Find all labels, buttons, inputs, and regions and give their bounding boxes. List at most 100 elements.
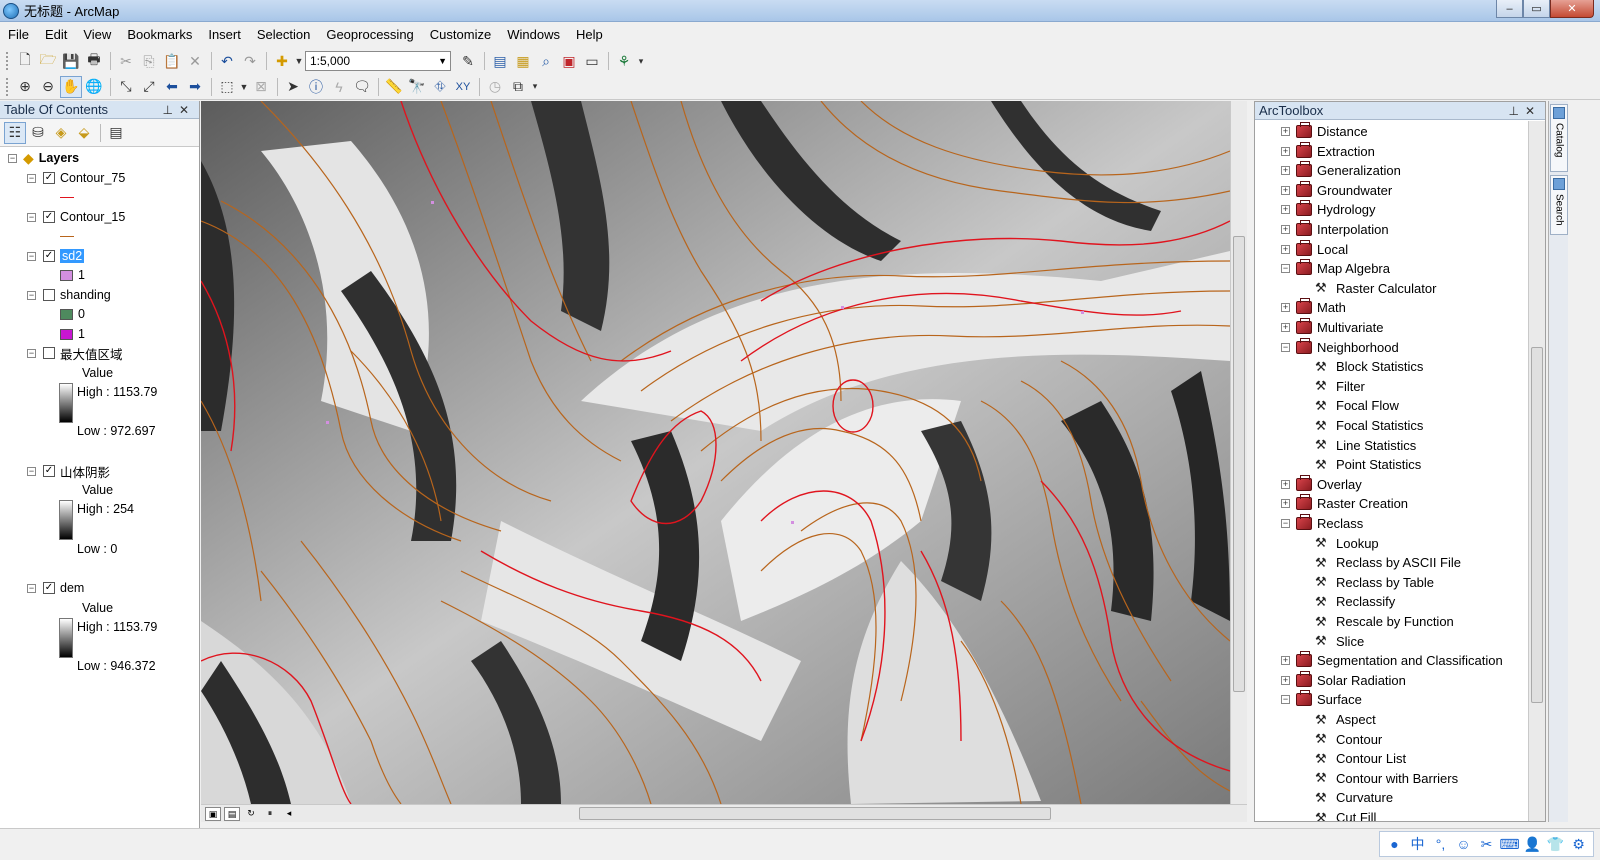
red-line-symbol[interactable] — [60, 196, 74, 198]
scrollbar-thumb[interactable] — [1531, 347, 1543, 703]
class-color-swatch[interactable] — [60, 328, 73, 340]
toolset-surface[interactable]: − Surface — [1281, 690, 1362, 709]
layer-visibility-checkbox[interactable]: ✓ — [43, 172, 55, 184]
collapse-icon[interactable]: − — [27, 251, 36, 261]
clear-selection-icon[interactable]: ⊠ — [250, 76, 272, 98]
map-vertical-scrollbar[interactable] — [1230, 101, 1247, 804]
toolset-distance[interactable]: + Distance — [1281, 122, 1368, 141]
measure-icon[interactable]: 📏 — [383, 76, 405, 98]
layer-visibility-checkbox[interactable]: ✓ — [43, 250, 55, 262]
layer-visibility-checkbox[interactable]: ✓ — [43, 211, 55, 223]
search-window-icon[interactable]: ⌕ — [535, 50, 557, 72]
python-window-icon[interactable]: ▭ — [581, 50, 603, 72]
data-view-icon[interactable]: ▣ — [205, 806, 221, 821]
toc-options-icon[interactable]: ▤ — [105, 122, 127, 144]
toolset-multivariate[interactable]: + Multivariate — [1281, 318, 1383, 337]
expand-icon[interactable]: + — [1281, 303, 1290, 313]
collapse-icon[interactable]: − — [27, 212, 36, 222]
modelbuilder-icon[interactable]: ⚘ — [613, 50, 635, 72]
find-route-icon[interactable]: ⛗ — [429, 76, 451, 98]
toolset-generalization[interactable]: + Generalization — [1281, 161, 1401, 180]
ime-emoji-icon[interactable]: ☺ — [1452, 833, 1475, 855]
tool-block-statistics[interactable]: ⚒ Block Statistics — [1315, 357, 1423, 376]
arctoolbox-pin-close-controls[interactable]: ⊥✕ — [1508, 102, 1541, 120]
layer-row-max-region[interactable]: − 最大值区域 — [27, 344, 123, 362]
map-scale-combobox[interactable]: 1:5,000 ▼ — [305, 51, 451, 71]
expand-icon[interactable]: + — [1281, 675, 1290, 685]
map-view[interactable] — [201, 101, 1230, 804]
toolbar-grip[interactable] — [6, 77, 10, 96]
time-slider-icon[interactable]: ◷ — [484, 76, 506, 98]
expand-icon[interactable]: + — [1281, 244, 1290, 254]
arctoolbox-window-icon[interactable]: ▣ — [558, 50, 580, 72]
toolset-segmentation-and-classification[interactable]: + Segmentation and Classification — [1281, 651, 1503, 670]
go-forward-arrow-icon[interactable]: ➡ — [184, 76, 206, 98]
ime-chinese-mode[interactable]: 中 — [1406, 833, 1429, 855]
scrollbar-thumb[interactable] — [1233, 236, 1245, 692]
zoom-in-icon[interactable]: ⊕ — [14, 76, 36, 98]
full-extent-globe-icon[interactable]: 🌐 — [83, 76, 105, 98]
toolset-reclass[interactable]: − Reclass — [1281, 514, 1363, 533]
expand-icon[interactable]: + — [1281, 166, 1290, 176]
expand-icon[interactable]: + — [1281, 127, 1290, 136]
collapse-icon[interactable]: − — [1281, 695, 1290, 705]
copy-icon[interactable]: ⎘ — [138, 50, 160, 72]
collapse-icon[interactable]: − — [27, 348, 36, 358]
expand-icon[interactable]: + — [1281, 499, 1290, 509]
layer-row-dem[interactable]: − ✓ dem — [27, 579, 84, 597]
collapse-icon[interactable]: − — [27, 466, 36, 476]
menu-help[interactable]: Help — [568, 24, 611, 46]
tool-filter[interactable]: ⚒ Filter — [1315, 377, 1365, 396]
layer-row-contour-15[interactable]: − ✓ Contour_15 — [27, 208, 125, 226]
stretch-color-ramp[interactable] — [59, 500, 73, 540]
scroll-left-icon[interactable]: ◂ — [281, 807, 297, 821]
horizontal-scrollbar-thumb[interactable] — [579, 807, 1051, 820]
catalog-window-icon[interactable]: ▦ — [512, 50, 534, 72]
layer-row-hillshade[interactable]: − ✓ 山体阴影 — [27, 462, 110, 480]
close-button[interactable]: ✕ — [1550, 0, 1594, 18]
list-by-drawing-order-icon[interactable]: ☷ — [4, 121, 26, 144]
collapse-icon[interactable]: − — [1281, 342, 1290, 352]
minimize-button[interactable]: – — [1496, 0, 1523, 18]
select-dropdown-icon[interactable]: ▼ — [239, 76, 249, 98]
menu-customize[interactable]: Customize — [422, 24, 499, 46]
expand-icon[interactable]: + — [1281, 656, 1290, 666]
arctoolbox-vertical-scrollbar[interactable] — [1528, 121, 1545, 821]
toc-pin-close-controls[interactable]: ⊥✕ — [162, 101, 195, 119]
tool-focal-statistics[interactable]: ⚒ Focal Statistics — [1315, 416, 1423, 435]
add-data-dropdown-icon[interactable]: ▼ — [294, 50, 304, 72]
list-by-selection-icon[interactable]: ⬙ — [73, 122, 95, 144]
paste-icon[interactable]: 📋 — [161, 50, 183, 72]
ime-logo-icon[interactable]: ● — [1383, 833, 1406, 855]
menu-file[interactable]: File — [0, 24, 37, 46]
tool-reclass-by-table[interactable]: ⚒ Reclass by Table — [1315, 573, 1434, 592]
hillshade-contour-map-canvas[interactable] — [201, 101, 1230, 804]
toolset-extraction[interactable]: + Extraction — [1281, 141, 1375, 161]
collapse-icon[interactable]: − — [8, 153, 17, 163]
zoom-out-icon[interactable]: ⊖ — [37, 76, 59, 98]
ime-skin-icon[interactable]: 👕 — [1544, 833, 1567, 855]
layout-view-icon[interactable]: ▤ — [224, 806, 240, 821]
tool-raster-calculator[interactable]: ⚒ Raster Calculator — [1315, 279, 1436, 298]
fixed-zoom-in-icon[interactable]: ⤡ — [115, 76, 137, 98]
layer-visibility-checkbox[interactable] — [43, 289, 55, 301]
save-icon[interactable]: 💾 — [60, 50, 82, 72]
tool-contour-list[interactable]: ⚒ Contour List — [1315, 749, 1406, 768]
toolbar-grip[interactable] — [6, 52, 10, 70]
layer-row-contour-75[interactable]: − ✓ Contour_75 — [27, 169, 125, 187]
tool-rescale-by-function[interactable]: ⚒ Rescale by Function — [1315, 612, 1454, 631]
tool-contour-with-barriers[interactable]: ⚒ Contour with Barriers — [1315, 769, 1458, 788]
catalog-tab[interactable]: Catalog — [1550, 104, 1568, 172]
toolset-math[interactable]: + Math — [1281, 298, 1346, 317]
collapse-icon[interactable]: − — [27, 290, 36, 300]
search-tab[interactable]: Search — [1550, 175, 1568, 235]
tool-contour[interactable]: ⚒ Contour — [1315, 730, 1382, 749]
tool-line-statistics[interactable]: ⚒ Line Statistics — [1315, 436, 1416, 455]
menu-selection[interactable]: Selection — [249, 24, 318, 46]
toolset-map-algebra[interactable]: − Map Algebra — [1281, 259, 1390, 278]
chevron-down-icon[interactable]: ▼ — [438, 52, 447, 70]
ime-keyboard-icon[interactable]: ⌨ — [1498, 833, 1521, 855]
tool-lookup[interactable]: ⚒ Lookup — [1315, 534, 1379, 553]
toolset-local[interactable]: + Local — [1281, 239, 1348, 259]
brown-line-symbol[interactable] — [60, 235, 74, 237]
